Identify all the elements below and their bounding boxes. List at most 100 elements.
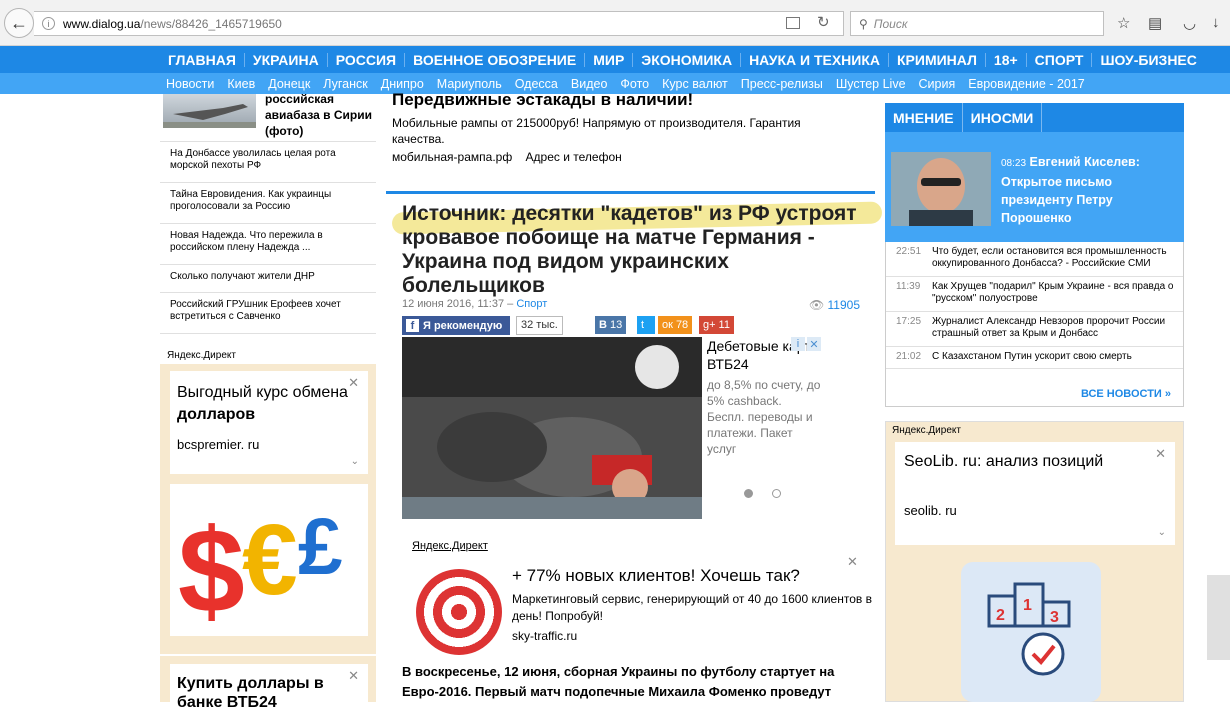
slider-dot[interactable] xyxy=(744,489,753,498)
left-news-item[interactable]: Российский ГРУшник Ерофеев хочет встрети… xyxy=(160,293,376,334)
twitter-share-button[interactable]: t xyxy=(637,316,655,334)
scroll-arrow[interactable] xyxy=(1207,575,1230,660)
subnav-item[interactable]: Фото xyxy=(620,77,649,91)
back-button[interactable]: ← xyxy=(4,8,34,38)
vk-count: 13 xyxy=(609,319,623,331)
left-ad-block: Выгодный курс обмена долларов bcspremier… xyxy=(160,364,376,654)
nav-item-sport[interactable]: СПОРТ xyxy=(1027,52,1093,67)
tab-inosmi[interactable]: ИНОСМИ xyxy=(963,103,1043,132)
tab-opinion[interactable]: МНЕНИЕ xyxy=(885,103,963,132)
ad-site-link[interactable]: мобильная-рампа.рф xyxy=(392,150,512,164)
slider-dot[interactable] xyxy=(772,489,781,498)
close-icon[interactable]: ✕ xyxy=(348,375,359,391)
subnav-item[interactable]: Луганск xyxy=(323,77,367,91)
ad-host[interactable]: seolib. ru xyxy=(904,502,957,520)
left-news-item[interactable]: Новая Надежда. Что пережила в российском… xyxy=(160,224,376,265)
url-bar[interactable]: i www.dialog.ua/news/88426_1465719650 xyxy=(34,11,844,36)
subnav-item[interactable]: Мариуполь xyxy=(437,77,502,91)
nav-item-science[interactable]: НАУКА И ТЕХНИКА xyxy=(741,52,890,67)
close-icon[interactable]: ✕ xyxy=(348,668,359,684)
bookmarks-list-icon[interactable]: ▤ xyxy=(1148,14,1162,32)
ad-headline[interactable]: + 77% новых клиентов! Хочешь так? xyxy=(512,566,800,586)
subnav-item[interactable]: Евровидение - 2017 xyxy=(968,77,1085,91)
yandex-direct-label[interactable]: Яндекс.Директ xyxy=(412,540,488,552)
opinion-feature[interactable]: 08:23 Евгений Киселев: Открытое письмо п… xyxy=(885,132,1184,242)
nav-item-russia[interactable]: РОССИЯ xyxy=(328,52,406,67)
left-sidebar: российская авиабаза в Сирии (фото) На До… xyxy=(160,91,376,711)
article-category[interactable]: Спорт xyxy=(516,298,547,310)
rating-podium-image[interactable]: 2 1 3 xyxy=(961,562,1101,702)
nav-item-18plus[interactable]: 18+ xyxy=(986,52,1027,67)
ad-info-icon[interactable]: i xyxy=(791,337,805,351)
lead-news-item[interactable]: российская авиабаза в Сирии (фото) xyxy=(160,91,376,142)
photo-ad-body: до 8,5% по счету, до 5% cashback. Беспл.… xyxy=(707,378,821,456)
ad-headline[interactable]: Купить доллары в банке ВТБ24 xyxy=(177,674,347,712)
reader-view-icon[interactable] xyxy=(786,17,800,29)
yandex-direct-label[interactable]: Яндекс.Директ xyxy=(892,425,961,436)
subnav-item[interactable]: Курс валют xyxy=(662,77,728,91)
odnoklassniki-share-button[interactable]: ок 78 xyxy=(658,316,693,334)
article-lead: В воскресенье, 12 июня, сборная Украины … xyxy=(402,664,835,699)
chevron-down-icon[interactable]: ⌄ xyxy=(351,456,359,467)
ad-headline[interactable]: Выгодный курс обмена долларов xyxy=(177,382,368,426)
subnav-item[interactable]: Одесса xyxy=(515,77,558,91)
download-icon[interactable]: ↓ xyxy=(1212,14,1220,31)
site-info-icon[interactable]: i xyxy=(42,17,55,30)
close-icon[interactable]: ✕ xyxy=(847,554,858,570)
chevron-down-icon[interactable]: ⌄ xyxy=(1158,527,1166,538)
vk-share-button[interactable]: В 13 xyxy=(595,316,627,334)
subnav-item[interactable]: Киев xyxy=(227,77,255,91)
close-icon[interactable]: ✕ xyxy=(807,337,821,351)
ad-host[interactable]: sky-traffic.ru xyxy=(512,629,577,643)
lead-news-thumbnail[interactable] xyxy=(163,94,256,128)
left-news-item[interactable]: Тайна Евровидения. Как украинцы проголос… xyxy=(160,183,376,224)
author-photo[interactable] xyxy=(891,152,991,226)
subnav-item[interactable]: Донецк xyxy=(268,77,310,91)
nav-item-home[interactable]: ГЛАВНАЯ xyxy=(160,52,245,67)
nav-item-showbiz[interactable]: ШОУ-БИЗНЕС xyxy=(1092,53,1204,67)
svg-text:2: 2 xyxy=(996,607,1005,624)
ok-icon: ок xyxy=(662,319,673,331)
news-item[interactable]: 17:25 Журналист Александр Невзоров проро… xyxy=(886,312,1183,347)
close-icon[interactable]: ✕ xyxy=(1155,446,1166,462)
nav-item-world[interactable]: МИР xyxy=(585,52,634,67)
left-news-item[interactable]: На Донбассе уволилась целая рота морской… xyxy=(160,142,376,183)
news-item[interactable]: 22:51 Что будет, если остановится вся пр… xyxy=(886,242,1183,277)
reload-icon[interactable]: ↻ xyxy=(817,13,830,31)
subnav-item[interactable]: Видео xyxy=(571,77,608,91)
googleplus-share-button[interactable]: g+ 11 xyxy=(699,316,734,334)
ad-links: мобильная-рампа.рф Адрес и телефон xyxy=(392,150,622,164)
all-news-link[interactable]: ВСЕ НОВОСТИ » xyxy=(1081,388,1171,400)
bookmark-star-icon[interactable]: ☆ xyxy=(1117,14,1130,32)
subnav-item[interactable]: Пресс-релизы xyxy=(741,77,823,91)
photo-ad[interactable]: Дебетовые карты ВТБ24 до 8,5% по счету, … xyxy=(707,337,822,457)
news-item[interactable]: 11:39 Как Хрущев "подарил" Крым Украине … xyxy=(886,277,1183,312)
ad-card[interactable]: SeoLib. ru: анализ позиций seolib. ru ✕ … xyxy=(895,442,1175,545)
news-item[interactable]: 21:02 С Казахстаном Путин ускорит свою с… xyxy=(886,347,1183,369)
opinion-tabs: МНЕНИЕ ИНОСМИ xyxy=(885,103,1184,132)
opinion-title[interactable]: 08:23 Евгений Киселев: Открытое письмо п… xyxy=(1001,153,1176,227)
ad-headline[interactable]: SeoLib. ru: анализ позиций xyxy=(904,452,1103,472)
nav-item-economy[interactable]: ЭКОНОМИКА xyxy=(633,52,742,67)
pocket-icon[interactable]: ◡ xyxy=(1183,14,1196,32)
subnav-item[interactable]: Шустер Live xyxy=(836,77,906,91)
ad-card[interactable]: Купить доллары в банке ВТБ24 ✕ xyxy=(170,664,368,711)
subnav-item[interactable]: Сирия xyxy=(919,77,956,91)
lead-news-title[interactable]: российская авиабаза в Сирии (фото) xyxy=(265,91,375,139)
nav-item-crime[interactable]: КРИМИНАЛ xyxy=(889,52,986,67)
nav-item-ukraine[interactable]: УКРАИНА xyxy=(245,52,328,67)
article-photo[interactable] xyxy=(402,337,702,519)
search-input[interactable]: ⚲ Поиск xyxy=(850,11,1104,36)
ad-card[interactable]: Выгодный курс обмена долларов bcspremier… xyxy=(170,371,368,474)
ad-contact-link[interactable]: Адрес и телефон xyxy=(526,150,622,164)
facebook-recommend-button[interactable]: f Я рекомендую xyxy=(402,316,510,335)
ad-host[interactable]: bcspremier. ru xyxy=(177,436,259,453)
subnav-item[interactable]: Днипро xyxy=(381,77,424,91)
nav-item-military[interactable]: ВОЕННОЕ ОБОЗРЕНИЕ xyxy=(405,52,586,67)
subnav-item[interactable]: Новости xyxy=(166,77,214,91)
currency-symbols-image[interactable]: $ € £ xyxy=(170,484,368,636)
yandex-direct-label[interactable]: Яндекс.Директ xyxy=(167,350,236,361)
ad-title[interactable]: Передвижные эстакады в наличии! xyxy=(392,90,693,110)
left-news-item[interactable]: Сколько получают жители ДНР xyxy=(160,265,376,293)
main-nav: ГЛАВНАЯ УКРАИНА РОССИЯ ВОЕННОЕ ОБОЗРЕНИЕ… xyxy=(0,46,1230,73)
